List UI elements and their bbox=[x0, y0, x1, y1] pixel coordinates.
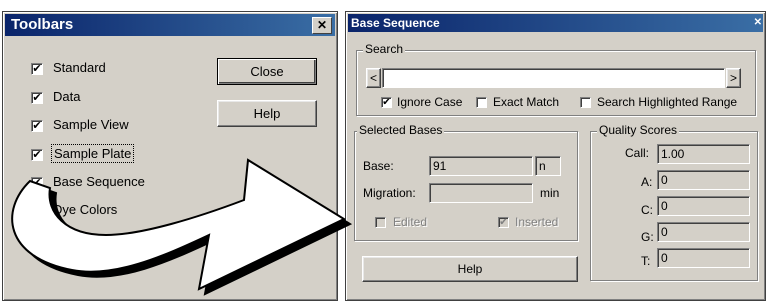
g-score-field: 0 bbox=[657, 222, 750, 242]
base-sequence-help-label: Help bbox=[457, 262, 483, 276]
toolbars-help-label: Help bbox=[253, 106, 281, 121]
inserted-label: Inserted bbox=[515, 215, 559, 229]
chevron-left-icon: < bbox=[369, 71, 377, 85]
data-checkbox[interactable]: ✔ bbox=[31, 92, 43, 104]
standard-label: Standard bbox=[53, 60, 106, 75]
c-label: C: bbox=[641, 203, 653, 217]
toolbars-title: Toolbars bbox=[11, 16, 74, 33]
search-highlighted-range-label[interactable]: Search Highlighted Range bbox=[597, 95, 737, 109]
selected-bases-group: Selected Bases Base: 91 n Migration: min… bbox=[354, 123, 578, 241]
a-score-field: 0 bbox=[657, 170, 750, 190]
search-input[interactable] bbox=[382, 68, 725, 88]
toolbars-titlebar[interactable]: Toolbars ✕ bbox=[5, 14, 335, 36]
base-label: Base: bbox=[363, 159, 394, 173]
base-sequence-titlebar[interactable]: Base Sequence ✕ bbox=[348, 14, 763, 32]
g-label: G: bbox=[641, 230, 654, 244]
ignore-case-checkbox[interactable]: ✔ bbox=[381, 97, 392, 108]
chevron-right-icon: > bbox=[729, 71, 737, 85]
toolbars-help-button[interactable]: Help bbox=[217, 100, 317, 127]
close-button[interactable]: Close bbox=[217, 58, 317, 85]
a-label: A: bbox=[641, 175, 653, 189]
toolbars-close-x-button[interactable]: ✕ bbox=[312, 17, 332, 34]
search-highlighted-range-checkbox[interactable] bbox=[580, 97, 591, 108]
data-label: Data bbox=[53, 89, 81, 104]
base-sequence-close-icon[interactable]: ✕ bbox=[754, 14, 762, 32]
search-group: Search < > ✔ Ignore Case Exact Match Sea… bbox=[356, 42, 756, 116]
base-value-field: 91 bbox=[429, 156, 533, 176]
c-score-field: 0 bbox=[657, 196, 750, 216]
sample-view-checkbox[interactable]: ✔ bbox=[31, 120, 43, 132]
toolbars-dialog: Toolbars ✕ ✔ Standard ✔ Data ✔ Sample Vi… bbox=[2, 11, 338, 301]
sample-view-label: Sample View bbox=[53, 117, 129, 132]
base-sequence-dialog: Base Sequence ✕ Search < > ✔ Ignore Case… bbox=[345, 11, 766, 301]
call-label: Call: bbox=[625, 146, 650, 160]
migration-unit-label: min bbox=[540, 186, 560, 200]
search-prev-button[interactable]: < bbox=[366, 68, 381, 88]
edited-label: Edited bbox=[393, 215, 428, 229]
inserted-checkbox: ✔ bbox=[498, 217, 509, 228]
t-score-field: 0 bbox=[657, 248, 750, 268]
exact-match-checkbox[interactable] bbox=[476, 97, 487, 108]
exact-match-label[interactable]: Exact Match bbox=[493, 95, 559, 109]
quality-scores-group: Quality Scores Call: 1.00 A: 0 C: 0 G: 0… bbox=[590, 123, 758, 281]
migration-value-field bbox=[429, 183, 533, 203]
close-icon: ✕ bbox=[316, 18, 328, 32]
search-group-title: Search bbox=[363, 42, 406, 56]
edited-checkbox bbox=[375, 217, 386, 228]
call-score-field: 1.00 bbox=[657, 144, 750, 164]
base-unit-field: n bbox=[535, 156, 561, 176]
dye-colors-checkbox[interactable]: ✔ bbox=[31, 205, 43, 217]
migration-label: Migration: bbox=[363, 186, 416, 200]
sample-plate-label: Sample Plate bbox=[51, 144, 135, 163]
selected-bases-group-title: Selected Bases bbox=[357, 123, 445, 137]
sample-plate-checkbox[interactable]: ✔ bbox=[31, 149, 43, 161]
t-label: T: bbox=[641, 254, 651, 268]
base-sequence-help-button[interactable]: Help bbox=[362, 256, 578, 282]
base-sequence-label: Base Sequence bbox=[53, 174, 145, 189]
quality-scores-group-title: Quality Scores bbox=[597, 123, 680, 137]
search-next-button[interactable]: > bbox=[726, 68, 741, 88]
dye-colors-label: Dye Colors bbox=[53, 202, 118, 217]
base-sequence-checkbox[interactable]: ✔ bbox=[31, 177, 43, 189]
close-button-label: Close bbox=[250, 64, 284, 79]
ignore-case-label[interactable]: Ignore Case bbox=[397, 95, 462, 109]
base-sequence-title: Base Sequence bbox=[351, 16, 440, 30]
standard-checkbox[interactable]: ✔ bbox=[31, 63, 43, 75]
